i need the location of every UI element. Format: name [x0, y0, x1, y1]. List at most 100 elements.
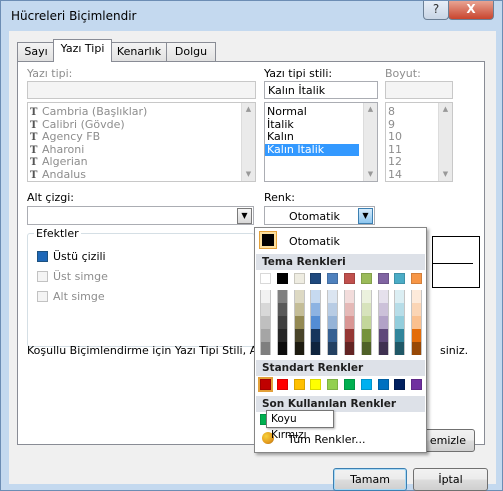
tab-font[interactable]: Yazı Tipi — [53, 39, 112, 62]
theme-shade-swatch[interactable] — [310, 290, 322, 303]
scroll-down-icon[interactable]: ▼ — [440, 169, 451, 180]
font-list-item[interactable]: T Andalus — [28, 168, 255, 182]
theme-shade-swatch[interactable] — [276, 316, 288, 329]
strikethrough-label[interactable]: Üstü çizili — [53, 250, 106, 263]
theme-shade-swatch[interactable] — [377, 303, 389, 316]
standard-color-swatch[interactable] — [394, 379, 406, 390]
close-button[interactable]: X — [448, 1, 494, 20]
style-list-item[interactable]: Normal — [265, 105, 377, 119]
theme-shade-swatch[interactable] — [293, 290, 305, 303]
theme-color-swatch[interactable] — [411, 273, 423, 284]
theme-shade-swatch[interactable] — [310, 329, 322, 342]
theme-shade-swatch[interactable] — [360, 342, 372, 355]
subscript-checkbox[interactable] — [37, 291, 48, 302]
theme-shade-swatch[interactable] — [377, 290, 389, 303]
font-style-list[interactable]: Normal İtalik Kalın Kalın İtalik ▲ ▼ — [264, 102, 378, 182]
theme-shade-swatch[interactable] — [360, 316, 372, 329]
subscript-label[interactable]: Alt simge — [53, 290, 105, 303]
theme-shade-swatch[interactable] — [327, 329, 339, 342]
theme-shade-swatch[interactable] — [344, 316, 355, 329]
theme-shade-swatch[interactable] — [310, 303, 322, 316]
theme-color-swatch[interactable] — [276, 273, 288, 284]
theme-shade-swatch[interactable] — [411, 329, 423, 342]
theme-color-swatch[interactable] — [327, 273, 339, 284]
theme-shade-swatch[interactable] — [260, 290, 271, 303]
tab-fill[interactable]: Dolgu — [166, 42, 216, 61]
theme-shade-swatch[interactable] — [327, 342, 339, 355]
theme-shade-swatch[interactable] — [377, 342, 389, 355]
theme-shade-swatch[interactable] — [360, 329, 372, 342]
size-input[interactable] — [385, 81, 453, 99]
theme-shade-swatch[interactable] — [293, 303, 305, 316]
theme-shade-swatch[interactable] — [394, 342, 406, 355]
theme-shade-swatch[interactable] — [276, 342, 288, 355]
standard-color-swatch[interactable] — [377, 379, 389, 390]
theme-color-swatch[interactable] — [360, 273, 372, 284]
underline-combo[interactable]: ▼ — [27, 206, 254, 225]
theme-shade-swatch[interactable] — [344, 290, 355, 303]
superscript-label[interactable]: Üst simge — [53, 270, 108, 283]
theme-shade-swatch[interactable] — [394, 316, 406, 329]
theme-shade-swatch[interactable] — [327, 316, 339, 329]
theme-shade-swatch[interactable] — [327, 303, 339, 316]
theme-shade-swatch[interactable] — [394, 303, 406, 316]
theme-shade-swatch[interactable] — [377, 329, 389, 342]
theme-color-swatch[interactable] — [394, 273, 406, 284]
theme-color-swatch[interactable] — [344, 273, 355, 284]
theme-shade-swatch[interactable] — [276, 303, 288, 316]
style-list-item[interactable]: Kalın — [265, 130, 377, 144]
theme-shade-swatch[interactable] — [310, 316, 322, 329]
theme-shade-swatch[interactable] — [411, 316, 423, 329]
theme-shade-swatch[interactable] — [394, 329, 406, 342]
standard-color-swatch[interactable] — [310, 379, 322, 390]
scroll-up-icon[interactable]: ▲ — [440, 104, 451, 115]
color-combo[interactable]: Otomatik ▼ — [264, 206, 375, 225]
theme-color-swatch[interactable] — [310, 273, 322, 284]
theme-shade-swatch[interactable] — [411, 290, 423, 303]
theme-shade-swatch[interactable] — [293, 329, 305, 342]
font-input[interactable] — [27, 81, 256, 99]
font-style-input[interactable]: Kalın İtalik — [264, 81, 378, 99]
theme-shade-swatch[interactable] — [293, 342, 305, 355]
style-list-scrollbar[interactable]: ▲ ▼ — [363, 103, 377, 181]
size-list[interactable]: 8 9 10 11 12 14 ▲ ▼ — [385, 102, 453, 182]
theme-shade-swatch[interactable] — [260, 316, 271, 329]
font-list-scrollbar[interactable]: ▲ ▼ — [241, 103, 255, 181]
standard-color-swatch[interactable] — [276, 379, 288, 390]
theme-shade-swatch[interactable] — [293, 316, 305, 329]
theme-shade-swatch[interactable] — [310, 342, 322, 355]
theme-shade-swatch[interactable] — [377, 316, 389, 329]
theme-color-swatch[interactable] — [293, 273, 305, 284]
theme-shade-swatch[interactable] — [360, 290, 372, 303]
theme-shade-swatch[interactable] — [327, 290, 339, 303]
theme-shade-swatch[interactable] — [276, 290, 288, 303]
standard-color-swatch[interactable] — [360, 379, 372, 390]
theme-shade-swatch[interactable] — [260, 342, 271, 355]
scroll-down-icon[interactable]: ▼ — [243, 169, 254, 180]
theme-shade-swatch[interactable] — [260, 303, 271, 316]
style-list-item-selected[interactable]: Kalın İtalik — [265, 143, 359, 156]
theme-color-swatch[interactable] — [260, 273, 271, 284]
size-list-scrollbar[interactable]: ▲ ▼ — [438, 103, 452, 181]
cancel-button[interactable]: İptal — [413, 468, 488, 491]
superscript-checkbox[interactable] — [37, 271, 48, 282]
theme-shade-swatch[interactable] — [260, 329, 271, 342]
tab-border[interactable]: Kenarlık — [111, 42, 167, 61]
scroll-up-icon[interactable]: ▲ — [365, 104, 376, 115]
theme-shade-swatch[interactable] — [394, 290, 406, 303]
tab-number[interactable]: Sayı — [17, 42, 55, 61]
theme-shade-swatch[interactable] — [344, 342, 355, 355]
theme-shade-swatch[interactable] — [360, 303, 372, 316]
scroll-down-icon[interactable]: ▼ — [365, 169, 376, 180]
standard-color-swatch[interactable] — [327, 379, 339, 390]
standard-color-swatch[interactable] — [344, 379, 355, 390]
scroll-up-icon[interactable]: ▲ — [243, 104, 254, 115]
ok-button[interactable]: Tamam — [333, 468, 407, 491]
standard-color-swatch-hover[interactable] — [258, 377, 273, 392]
theme-shade-swatch[interactable] — [344, 303, 355, 316]
theme-color-swatch[interactable] — [377, 273, 389, 284]
standard-color-swatch[interactable] — [293, 379, 305, 390]
strikethrough-checkbox[interactable] — [37, 251, 48, 262]
chevron-down-icon[interactable]: ▼ — [358, 208, 373, 224]
theme-shade-swatch[interactable] — [411, 342, 423, 355]
